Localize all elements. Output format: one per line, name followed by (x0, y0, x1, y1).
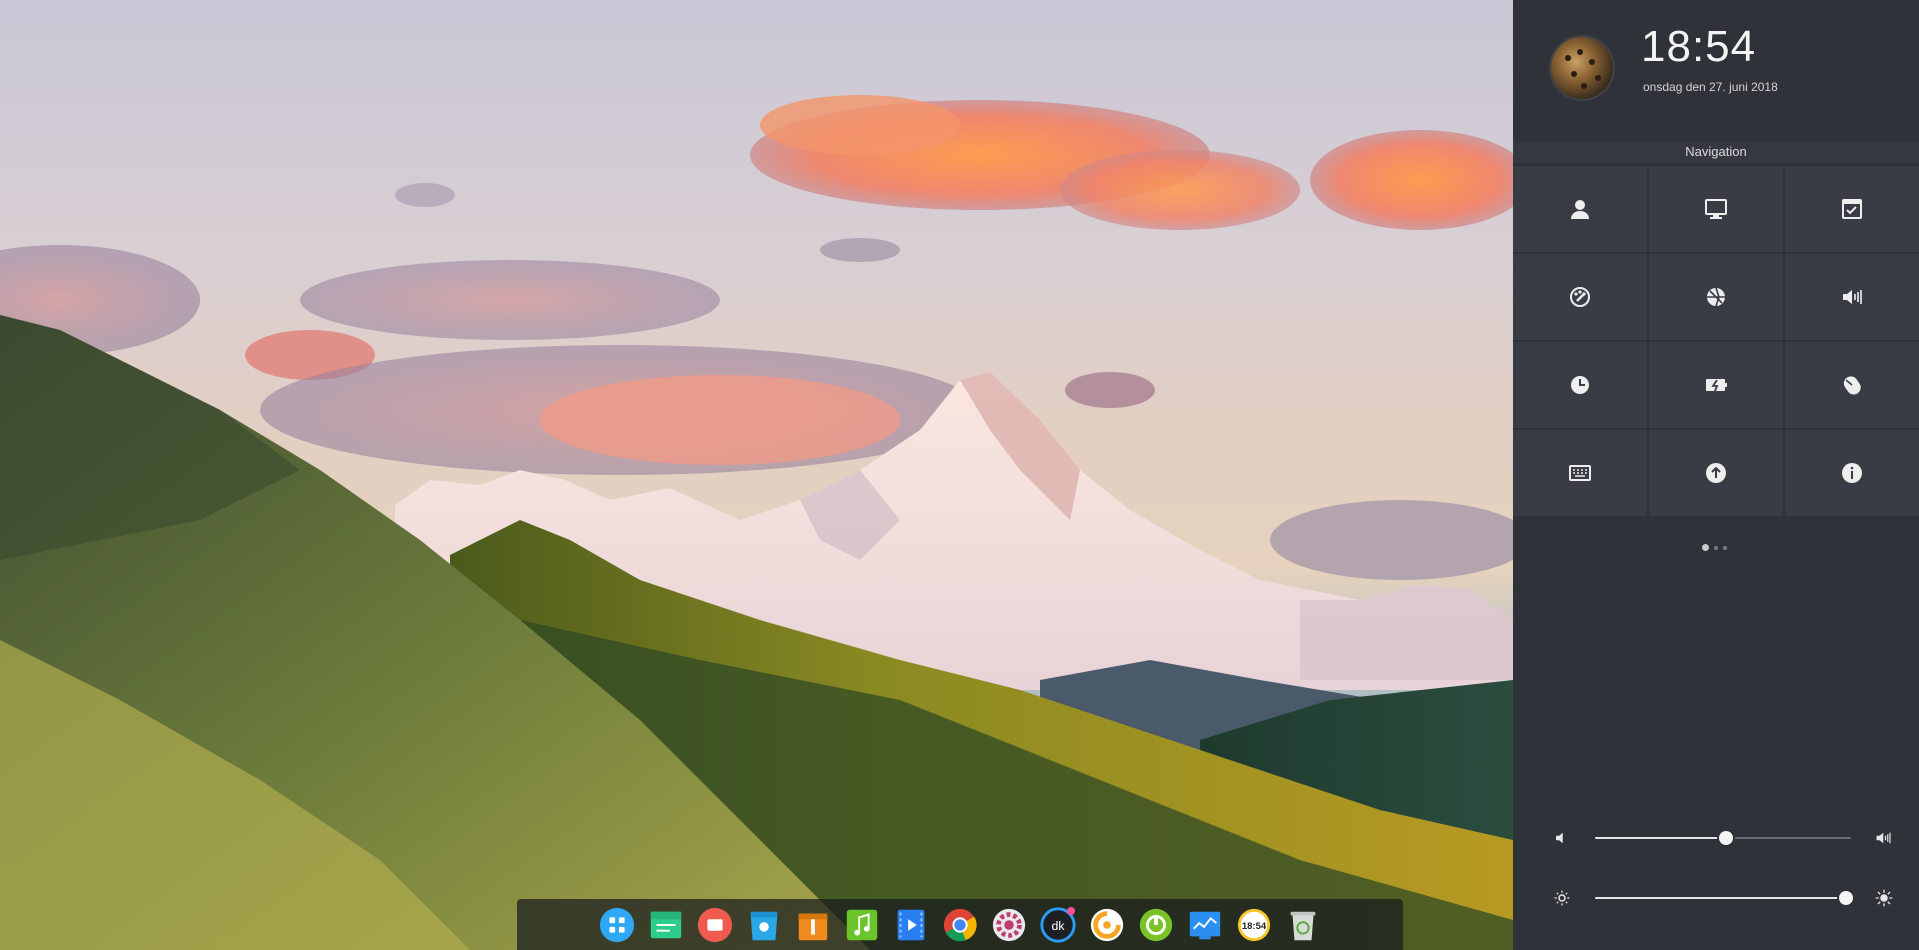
dock-file-manager[interactable] (646, 905, 686, 945)
page-dot[interactable] (1723, 545, 1727, 550)
dock-trash[interactable] (1283, 905, 1323, 945)
launcher-icon (599, 907, 635, 942)
time-date-icon (1571, 376, 1589, 394)
network-icon (1707, 287, 1725, 307)
brightness-high-icon[interactable] (1875, 889, 1893, 907)
dock-browser[interactable] (1087, 905, 1127, 945)
dock-movie[interactable] (891, 905, 931, 945)
tile-system-info[interactable] (1785, 430, 1919, 516)
dock-settings[interactable] (989, 905, 1029, 945)
file-manager-icon (650, 911, 682, 938)
personalization-icon (1570, 287, 1590, 307)
dock: dk 18:54 (517, 899, 1403, 950)
deepin-kernel-label: dk (1051, 918, 1065, 932)
dock-deepin-kernel[interactable]: dk (1038, 905, 1078, 945)
tile-sound[interactable] (1785, 254, 1919, 340)
page-dot[interactable] (1702, 544, 1709, 551)
volume-control (1553, 826, 1893, 850)
dock-archive-manager[interactable] (793, 905, 833, 945)
volume-slider[interactable] (1595, 831, 1851, 845)
screen-recorder-icon (697, 907, 733, 942)
clock-time: 18:54 (1641, 22, 1757, 71)
tile-accounts[interactable] (1513, 166, 1647, 252)
tile-mouse[interactable] (1785, 342, 1919, 428)
dock-clock[interactable]: 18:54 (1234, 905, 1274, 945)
dock-launcher[interactable] (597, 905, 637, 945)
app-store-icon (750, 911, 778, 940)
dock-app-store[interactable] (744, 905, 784, 945)
browser-icon (1090, 908, 1124, 941)
desktop-wallpaper (0, 0, 1513, 950)
tile-power[interactable] (1649, 342, 1783, 428)
system-info-icon (1842, 463, 1862, 483)
accounts-icon (1571, 200, 1589, 219)
tile-personalization[interactable] (1513, 254, 1647, 340)
navigation-header: Navigation (1513, 141, 1919, 163)
display-icon (1705, 199, 1727, 219)
music-icon (846, 909, 878, 940)
clock-icon-time: 18:54 (1242, 920, 1267, 931)
dock-chrome[interactable] (940, 905, 980, 945)
trash-icon (1290, 911, 1316, 940)
movie-icon (897, 909, 925, 940)
brightness-low-icon[interactable] (1553, 889, 1571, 907)
dock-music[interactable] (842, 905, 882, 945)
default-applications-icon (1842, 199, 1862, 219)
user-avatar[interactable] (1551, 37, 1613, 99)
brightness-control (1553, 886, 1893, 910)
tile-default-applications[interactable] (1785, 166, 1919, 252)
clock-date: onsdag den 27. juni 2018 (1643, 80, 1778, 94)
page-indicator[interactable] (1702, 544, 1727, 551)
mouse-icon (1843, 376, 1861, 395)
brightness-slider[interactable] (1595, 891, 1853, 905)
system-monitor-icon (1189, 911, 1221, 939)
power-icon (1706, 379, 1727, 392)
tile-network[interactable] (1649, 254, 1783, 340)
settings-grid (1513, 166, 1919, 516)
tile-time-date[interactable] (1513, 342, 1647, 428)
brightness-slider-handle[interactable] (1838, 891, 1853, 905)
tile-display[interactable] (1649, 166, 1783, 252)
dock-system-monitor[interactable] (1185, 905, 1225, 945)
dock-green-app[interactable] (1136, 905, 1176, 945)
green-app-icon (1139, 908, 1173, 941)
volume-slider-handle[interactable] (1718, 831, 1733, 845)
notification-dot (1067, 906, 1075, 915)
dock-screen-recorder[interactable] (695, 905, 735, 945)
update-icon (1706, 463, 1726, 483)
control-center-panel: 18:54 onsdag den 27. juni 2018 Navigatio… (1513, 0, 1919, 950)
volume-high-icon[interactable] (1875, 829, 1893, 847)
chrome-icon (943, 908, 977, 941)
tile-update[interactable] (1649, 430, 1783, 516)
tile-keyboard[interactable] (1513, 430, 1647, 516)
page-dot[interactable] (1714, 545, 1718, 550)
clock-icon: 18:54 (1237, 908, 1271, 941)
sound-icon (1843, 290, 1862, 304)
settings-icon (992, 908, 1026, 941)
archive-manager-icon (798, 913, 828, 940)
keyboard-icon (1569, 465, 1591, 481)
volume-low-icon[interactable] (1553, 829, 1571, 847)
